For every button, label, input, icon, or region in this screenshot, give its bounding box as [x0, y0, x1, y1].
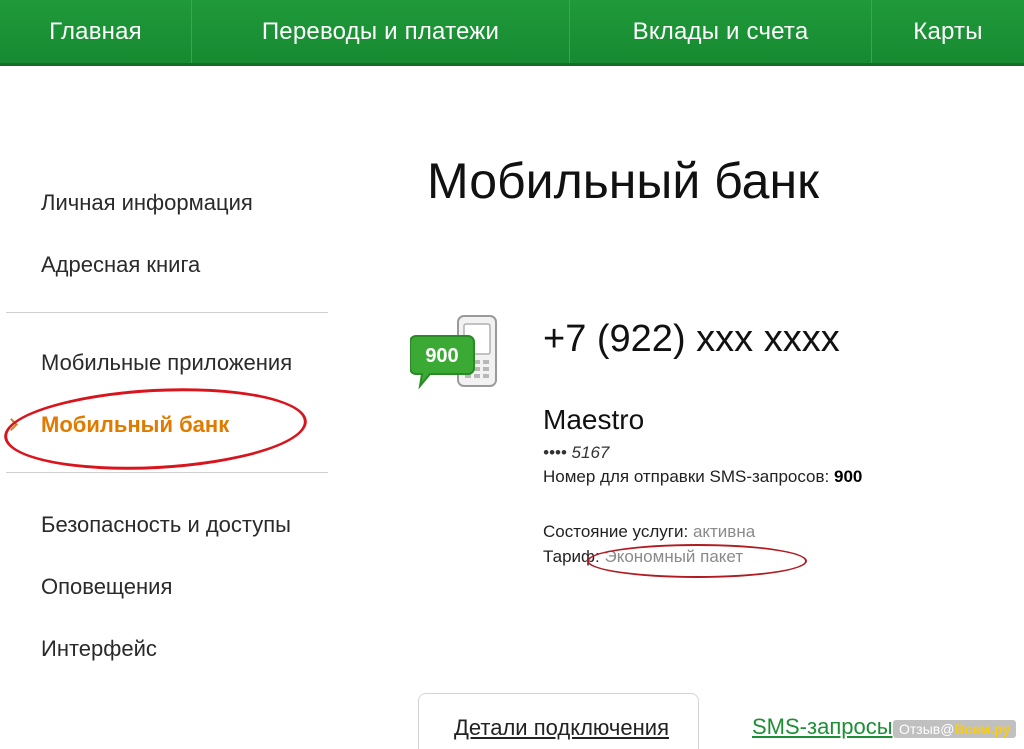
page-title: Мобильный банк [427, 153, 819, 209]
service-status-value: активна [692, 522, 756, 541]
mobile-phone-sms-icon: 900 [409, 314, 502, 390]
nav-item-transfers[interactable]: Переводы и платежи [192, 0, 570, 63]
sidebar-item-notifications[interactable]: Оповещения [41, 574, 172, 600]
sms-number-line: Номер для отправки SMS-запросов: 900 [543, 467, 862, 487]
tab-sms-requests[interactable]: SMS-запросы [752, 714, 893, 740]
nav-item-deposits[interactable]: Вклады и счета [570, 0, 872, 63]
sms-badge-number: 900 [425, 345, 458, 367]
watermark-brand: Всем.ру [954, 721, 1011, 737]
sidebar-item-address-book[interactable]: Адресная книга [41, 252, 200, 278]
sms-number-value: 900 [834, 467, 863, 486]
sms-number-label: Номер для отправки SMS-запросов: [543, 467, 830, 486]
sidebar-divider [6, 312, 328, 313]
service-status-label: Состояние услуги: [543, 522, 689, 541]
sidebar-item-mobile-apps[interactable]: Мобильные приложения [41, 350, 292, 376]
service-status-line: Состояние услуги: активна [543, 522, 755, 542]
top-navigation: Главная Переводы и платежи Вклады и счет… [0, 0, 1024, 66]
sidebar-item-personal-info[interactable]: Личная информация [41, 190, 253, 216]
tab-connection-details-label: Детали подключения [454, 715, 669, 740]
annotation-circle [2, 381, 309, 477]
phone-number: +7 (922) xxx xxxx [543, 318, 840, 360]
watermark-prefix: Отзыв@ [899, 721, 955, 737]
annotation-circle [587, 544, 807, 578]
tab-connection-details[interactable]: Детали подключения [418, 693, 699, 749]
sidebar-item-security[interactable]: Безопасность и доступы [41, 512, 291, 538]
card-number: •••• 5167 [543, 443, 610, 462]
watermark: Отзыв@Всем.ру [893, 720, 1017, 738]
card-name: Maestro [543, 404, 645, 435]
nav-item-home[interactable]: Главная [0, 0, 192, 63]
nav-item-cards[interactable]: Карты [872, 0, 1024, 63]
sidebar-divider [6, 472, 328, 473]
sidebar-item-interface[interactable]: Интерфейс [41, 636, 157, 662]
